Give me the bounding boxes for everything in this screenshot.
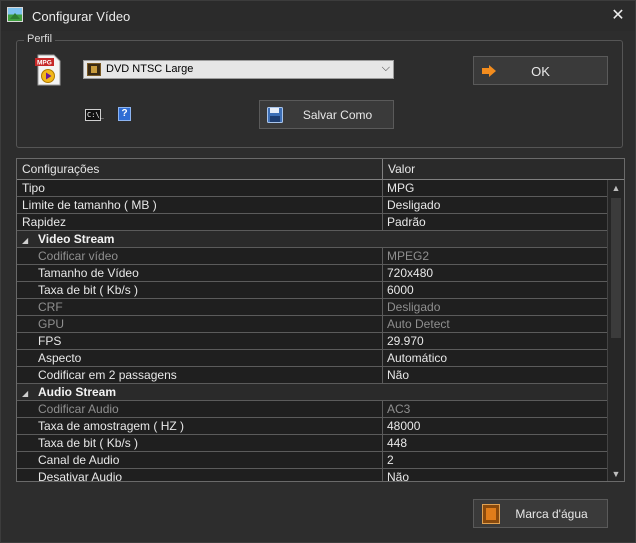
scroll-up-arrow-icon[interactable]: ▲ (608, 180, 624, 196)
collapse-triangle-icon[interactable]: ◢ (22, 386, 38, 402)
setting-name: CRF (17, 299, 383, 315)
grid-row[interactable]: Desativar Audio Não (17, 469, 607, 481)
setting-name: Rapidez (17, 214, 383, 230)
setting-name: Canal de Audio (17, 452, 383, 468)
grid-row[interactable]: Tamanho de Vídeo 720x480 (17, 265, 607, 282)
grid-row[interactable]: Codificar Audio AC3 (17, 401, 607, 418)
grid-row[interactable]: Canal de Audio 2 (17, 452, 607, 469)
setting-value[interactable]: 29.970 (384, 333, 607, 349)
ok-button-label: OK (531, 64, 550, 79)
scrollbar-thumb[interactable] (611, 198, 621, 338)
settings-grid: Configurações Valor Tipo MPG Limite de tam… (16, 158, 625, 482)
grid-row[interactable]: Taxa de bit ( Kb/s ) 6000 (17, 282, 607, 299)
setting-name: Taxa de bit ( Kb/s ) (17, 435, 383, 451)
setting-value[interactable]: Não (384, 469, 607, 481)
help-icon[interactable]: ? (118, 107, 131, 121)
mpg-file-icon: MPG (35, 54, 61, 86)
scroll-down-arrow-icon[interactable]: ▼ (608, 466, 624, 481)
setting-name: GPU (17, 316, 383, 332)
section-title: Audio Stream (38, 385, 117, 399)
close-button[interactable]: ✕ (607, 5, 629, 27)
setting-value[interactable]: Desligado (384, 197, 607, 213)
grid-section-row[interactable]: ◢ Video Stream (17, 231, 607, 248)
profile-dropdown[interactable]: DVD NTSC Large ⌵ (83, 60, 394, 79)
setting-value[interactable]: AC3 (384, 401, 607, 417)
setting-name: FPS (17, 333, 383, 349)
picture-icon (7, 7, 23, 22)
setting-value[interactable]: 48000 (384, 418, 607, 434)
grid-row[interactable]: Limite de tamanho ( MB ) Desligado (17, 197, 607, 214)
grid-header: Configurações Valor (17, 159, 624, 180)
mpg-icon-label: MPG (37, 60, 52, 67)
window-title: Configurar Vídeo (32, 9, 131, 24)
setting-value[interactable]: Padrão (384, 214, 607, 230)
setting-name: Taxa de amostragem ( HZ ) (17, 418, 383, 434)
grid-section-row[interactable]: ◢ Audio Stream (17, 384, 607, 401)
save-as-label: Salvar Como (302, 108, 373, 122)
grid-row[interactable]: Taxa de amostragem ( HZ ) 48000 (17, 418, 607, 435)
ok-button[interactable]: OK (473, 56, 608, 85)
column-header-settings[interactable]: Configurações (17, 159, 383, 180)
setting-name: Codificar Audio (17, 401, 383, 417)
setting-value[interactable]: 448 (384, 435, 607, 451)
setting-name: Aspecto (17, 350, 383, 366)
setting-value[interactable]: Automático (384, 350, 607, 366)
setting-value[interactable]: Não (384, 367, 607, 383)
grid-row[interactable]: Aspecto Automático (17, 350, 607, 367)
setting-name: Tipo (17, 180, 383, 196)
grid-row[interactable]: CRF Desligado (17, 299, 607, 316)
column-header-value[interactable]: Valor (383, 159, 624, 180)
setting-value[interactable]: 720x480 (384, 265, 607, 281)
setting-value[interactable]: Desligado (384, 299, 607, 315)
watermark-button[interactable]: Marca d'água (473, 499, 608, 528)
grid-row[interactable]: Rapidez Padrão (17, 214, 607, 231)
chevron-down-icon: ⌵ (381, 62, 390, 74)
floppy-disk-icon (267, 107, 283, 123)
setting-name: Taxa de bit ( Kb/s ) (17, 282, 383, 298)
vertical-scrollbar[interactable]: ▲ ▼ (607, 180, 624, 481)
profile-dropdown-value: DVD NTSC Large (106, 63, 194, 75)
section-title: Video Stream (38, 232, 115, 246)
setting-value[interactable]: MPEG2 (384, 248, 607, 264)
grid-rows: Tipo MPG Limite de tamanho ( MB ) Desligado… (17, 180, 607, 481)
setting-value[interactable]: 6000 (384, 282, 607, 298)
setting-name: Limite de tamanho ( MB ) (17, 197, 383, 213)
setting-name: Codificar em 2 passagens (17, 367, 383, 383)
profile-group-label: Perfil (24, 33, 56, 45)
command-line-icon[interactable]: C:\_ (85, 109, 104, 121)
setting-value[interactable]: Auto Detect (384, 316, 607, 332)
grid-row[interactable]: Taxa de bit ( Kb/s ) 448 (17, 435, 607, 452)
watermark-button-label: Marca d'água (515, 507, 588, 521)
grid-row[interactable]: Codificar em 2 passagens Não (17, 367, 607, 384)
collapse-triangle-icon[interactable]: ◢ (22, 233, 38, 249)
title-bar: Configurar Vídeo ✕ (1, 1, 635, 31)
section-label: ◢ Video Stream (17, 231, 607, 247)
setting-name: Codificar vídeo (17, 248, 383, 264)
setting-value[interactable]: 2 (384, 452, 607, 468)
grid-row[interactable]: Codificar vídeo MPEG2 (17, 248, 607, 265)
grid-row[interactable]: FPS 29.970 (17, 333, 607, 350)
configure-video-dialog: Configurar Vídeo ✕ Perfil MPG DVD NTSC L… (0, 0, 636, 543)
setting-name: Tamanho de Vídeo (17, 265, 383, 281)
setting-value[interactable]: MPG (384, 180, 607, 196)
grid-row[interactable]: Tipo MPG (17, 180, 607, 197)
section-label: ◢ Audio Stream (17, 384, 607, 400)
setting-name: Desativar Audio (17, 469, 383, 481)
film-icon (87, 63, 101, 76)
save-as-button[interactable]: Salvar Como (259, 100, 394, 129)
grid-row[interactable]: GPU Auto Detect (17, 316, 607, 333)
